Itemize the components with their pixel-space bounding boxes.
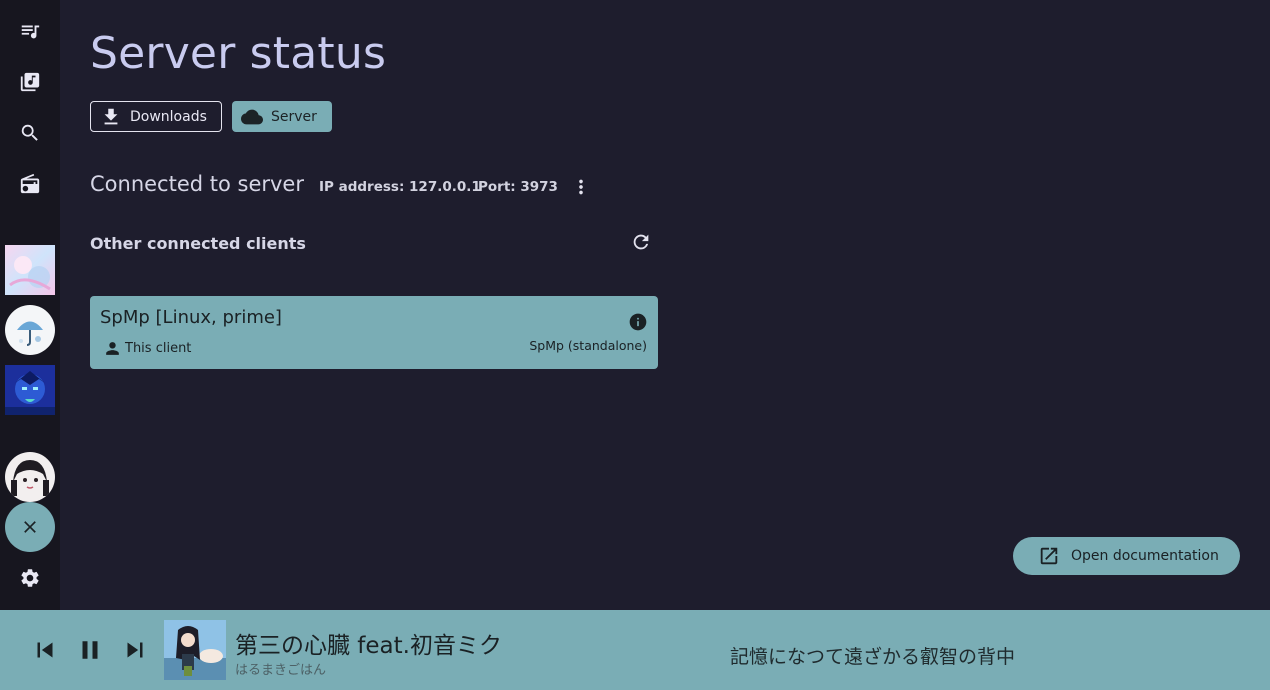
connection-status: Connected to server	[90, 172, 304, 196]
pinned-item-blue-portrait[interactable]	[5, 365, 55, 415]
sidebar-item-queue[interactable]	[10, 11, 50, 51]
tab-server[interactable]: Server	[232, 101, 332, 132]
close-icon	[24, 521, 36, 533]
next-button[interactable]	[119, 634, 151, 666]
refresh-button[interactable]	[629, 230, 653, 254]
pastel-artwork-thumbnail	[5, 245, 55, 295]
open-documentation-label: Open documentation	[1071, 548, 1219, 564]
download-icon	[104, 108, 118, 124]
blue-portrait-thumbnail	[5, 365, 55, 415]
tab-downloads[interactable]: Downloads	[90, 101, 222, 132]
lyrics-line: 記憶になつて遠ざかる叡智の背中	[730, 646, 1016, 668]
queue-music-icon	[21, 25, 40, 39]
sidebar-item-library[interactable]	[10, 62, 50, 102]
client-note: This client	[103, 339, 191, 358]
client-type: SpMp (standalone)	[529, 338, 647, 353]
player-bar: 第三の心臓 feat.初音ミク はるまきごはん 記憶になつて遠ざかる叡智の背中	[0, 610, 1270, 690]
ip-address: IP address: 127.0.0.1	[319, 179, 481, 195]
skip-previous-icon	[37, 642, 53, 658]
client-info-button[interactable]	[628, 312, 648, 332]
play-pause-button[interactable]	[74, 634, 106, 666]
library-music-icon	[20, 72, 40, 92]
more-vert-icon	[579, 179, 583, 195]
pinned-item-umbrella-artwork[interactable]	[5, 305, 55, 355]
sidebar-item-radio[interactable]	[10, 164, 50, 204]
skip-next-icon	[127, 642, 143, 658]
settings-button[interactable]	[10, 558, 50, 598]
tab-downloads-label: Downloads	[130, 108, 207, 125]
search-icon	[21, 124, 38, 141]
album-art-image	[164, 620, 226, 680]
cloud-icon	[241, 109, 263, 124]
now-playing-artwork[interactable]	[164, 620, 226, 680]
tab-server-label: Server	[271, 108, 317, 125]
gear-icon	[21, 569, 39, 587]
avatar	[5, 452, 55, 502]
page-title: Server status	[90, 28, 387, 79]
person-icon	[106, 342, 119, 355]
pinned-item-avatar[interactable]	[5, 452, 55, 502]
client-note-label: This client	[125, 341, 192, 356]
radio-icon	[20, 173, 40, 194]
info-icon	[629, 313, 647, 331]
pinned-item-pastel-artwork[interactable]	[5, 245, 55, 295]
sidebar-item-search[interactable]	[10, 113, 50, 153]
clients-heading: Other connected clients	[90, 234, 306, 253]
close-button[interactable]	[5, 502, 55, 552]
open-documentation-button[interactable]: Open documentation	[1013, 537, 1240, 575]
umbrella-artwork-thumbnail	[5, 305, 55, 355]
port: Port: 3973	[478, 179, 558, 195]
open-in-new-icon	[1040, 547, 1058, 565]
sidebar	[0, 0, 60, 610]
track-title[interactable]: 第三の心臓 feat.初音ミク	[235, 626, 502, 660]
client-name: SpMp [Linux, prime]	[100, 307, 282, 328]
track-artist[interactable]: はるまきごはん	[235, 659, 326, 678]
more-options-button[interactable]	[569, 175, 593, 199]
pause-icon	[82, 641, 98, 659]
refresh-icon	[633, 234, 649, 250]
previous-button[interactable]	[29, 634, 61, 666]
client-card[interactable]: SpMp [Linux, prime] This client SpMp (st…	[90, 296, 658, 369]
